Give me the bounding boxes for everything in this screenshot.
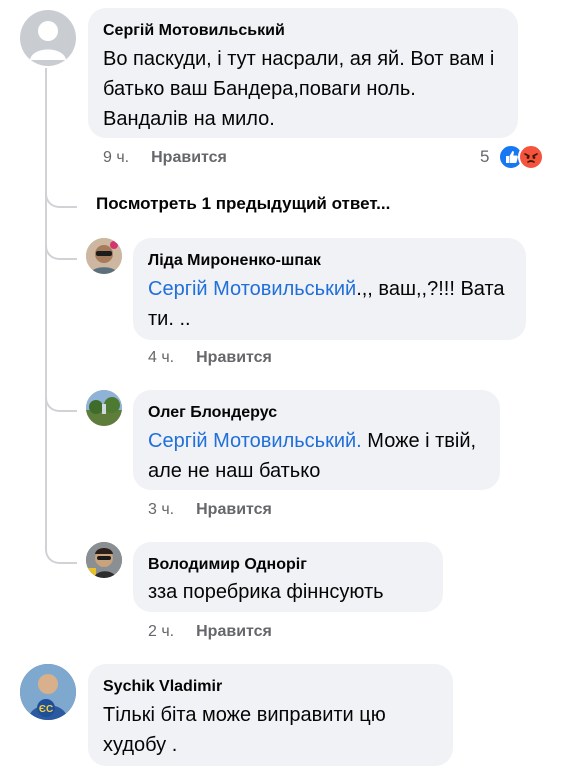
- thread-connector: [45, 392, 77, 412]
- avatar-default[interactable]: [20, 10, 76, 66]
- avatar[interactable]: [86, 390, 122, 426]
- comment-meta: 2 ч. Нравится: [148, 623, 272, 641]
- thread-connector: [45, 188, 77, 208]
- user-photo-icon: ЄС: [20, 664, 76, 720]
- comment-text: Сергій Мотовильський. Може і твій, але н…: [148, 426, 493, 486]
- avatar[interactable]: ЄС: [20, 664, 76, 720]
- comment-meta: 4 ч. Нравится: [148, 349, 272, 367]
- comment-time[interactable]: 4 ч.: [148, 349, 174, 366]
- default-user-icon: [30, 21, 66, 60]
- mention-link[interactable]: Сергій Мотовильський: [148, 278, 356, 300]
- thread-connector: [45, 240, 77, 260]
- comment-author[interactable]: Володимир Одноріг: [148, 556, 307, 574]
- comment-text: Тількі біта може виправити цю худобу .: [103, 704, 386, 756]
- comment-author[interactable]: Олег Блондерус: [148, 404, 277, 422]
- user-photo-icon: [86, 238, 122, 274]
- comment-author[interactable]: Sychik Vladimir: [103, 678, 222, 696]
- user-photo-icon: [86, 542, 122, 578]
- user-photo-icon: [86, 390, 122, 426]
- comment-author[interactable]: Сергій Мотовильський: [103, 22, 285, 40]
- comment-meta: 3 ч. Нравится: [148, 501, 272, 519]
- comment-text: Во паскуди, і тут насрали, ая яй. Вот ва…: [103, 48, 495, 130]
- comment-meta: 9 ч. Нравится: [103, 149, 227, 167]
- comment-text: зза поребрика фіннсують: [148, 581, 384, 603]
- thread-connector: [45, 544, 77, 564]
- like-button[interactable]: Нравится: [196, 349, 272, 366]
- comment-time[interactable]: 9 ч.: [103, 149, 129, 166]
- like-button[interactable]: Нравится: [196, 501, 272, 518]
- reaction-count[interactable]: 5: [480, 147, 489, 167]
- comment-text: Сергій Мотовильський.,, ваш,,?!!! Вата т…: [148, 274, 513, 334]
- avatar-badge: ЄС: [39, 704, 53, 715]
- avatar[interactable]: [86, 238, 122, 274]
- comment-time[interactable]: 2 ч.: [148, 623, 174, 640]
- like-button[interactable]: Нравится: [196, 623, 272, 640]
- mention-link[interactable]: Сергій Мотовильський.: [148, 430, 362, 452]
- comment-time[interactable]: 3 ч.: [148, 501, 174, 518]
- comment-author[interactable]: Ліда Мироненко-шпак: [148, 252, 321, 270]
- angry-face-icon[interactable]: [518, 144, 544, 170]
- thread-line: [45, 68, 47, 546]
- avatar[interactable]: [86, 542, 122, 578]
- angry-face-glyph: [524, 153, 538, 163]
- like-button[interactable]: Нравится: [151, 149, 227, 166]
- view-previous-replies-link[interactable]: Посмотреть 1 предыдущий ответ...: [96, 194, 390, 214]
